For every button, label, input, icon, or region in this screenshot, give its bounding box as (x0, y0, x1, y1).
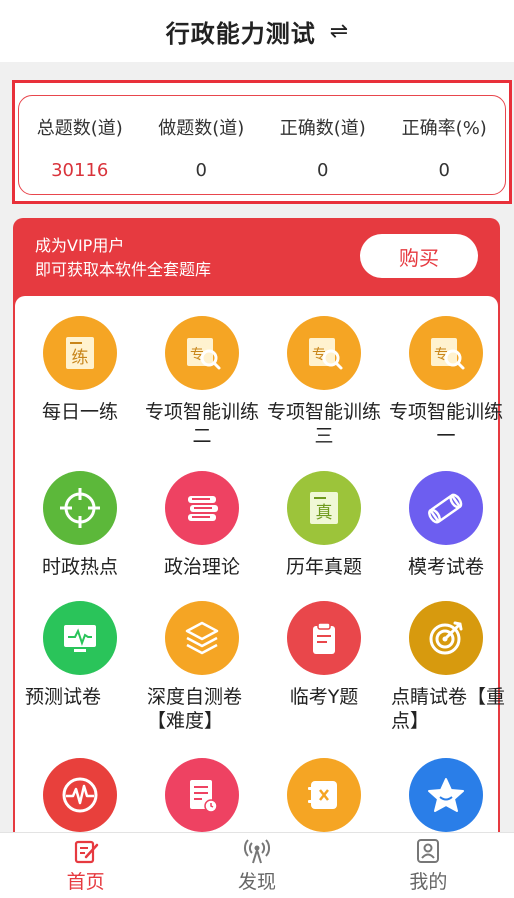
grid-item-political-theory[interactable]: 政治理论 (141, 471, 263, 579)
nav-label: 首页 (66, 871, 105, 893)
grid-item-special-3[interactable]: 专 专项智能训练三 (263, 316, 385, 448)
stat-value: 0 (317, 160, 329, 181)
grid-item-key-points-exam[interactable]: 点睛试卷【重点】 (385, 601, 507, 733)
stat-value: 0 (438, 160, 450, 181)
signal-icon (243, 837, 271, 865)
app-header: 行政能力测试 ⇌ (0, 0, 514, 62)
grid-item-label: 预测试卷 (25, 686, 102, 708)
grid-item-row4-4[interactable] (385, 758, 507, 842)
grid-item-label: 历年真题 (285, 556, 362, 578)
stat-correct: 正确数(道) 0 (262, 96, 384, 194)
grid-item-label: 时政热点 (41, 556, 118, 578)
grid-item-row4-3[interactable] (263, 758, 385, 842)
grid-item-label: 每日一练 (41, 401, 118, 423)
grid-item-pre-exam-questions[interactable]: 临考Y题 (263, 601, 385, 709)
nav-item-home[interactable]: 首页 (0, 833, 171, 898)
stat-label: 做题数(道) (158, 118, 245, 139)
grid-item-label: 专项智能训练三 (266, 401, 381, 447)
real-exam-icon: 真 (287, 471, 361, 545)
stat-label: 正确率(%) (401, 118, 487, 139)
grid-item-special-2[interactable]: 专 专项智能训练二 (141, 316, 263, 448)
grid-item-label: 临考Y题 (289, 686, 359, 708)
grid-item-mock-exam[interactable]: 模考试卷 (385, 471, 507, 579)
grid-item-label: 模考试卷 (407, 556, 484, 578)
nav-label: 发现 (237, 871, 276, 893)
grid-item-label: 专项智能训练一 (388, 401, 503, 447)
clipboard-icon (287, 601, 361, 675)
swap-icon[interactable]: ⇌ (330, 19, 348, 44)
nav-item-discover[interactable]: 发现 (171, 833, 342, 898)
special-training-icon: 专 (165, 316, 239, 390)
monitor-icon (43, 601, 117, 675)
stats-panel: 总题数(道) 30116 做题数(道) 0 正确数(道) 0 正确率(%) 0 (12, 80, 512, 204)
grid-item-special-1[interactable]: 专 专项智能训练一 (385, 316, 507, 448)
feature-grid: 练 每日一练 专 专项智能训练二 专 专项智能训练三 专 专项智能训练一 时政热… (15, 296, 505, 856)
grid-item-row4-2[interactable] (141, 758, 263, 842)
grid-item-past-exams[interactable]: 真 历年真题 (263, 471, 385, 579)
grid-item-depth-self-test[interactable]: 深度自测卷【难度】 (141, 601, 263, 733)
practice-icon: 练 (43, 316, 117, 390)
layers-icon (165, 601, 239, 675)
grid-item-label: 政治理论 (163, 556, 240, 578)
vip-card: 成为VIP用户 即可获取本软件全套题库 购买 练 每日一练 专 专项智能训练二 … (13, 218, 505, 856)
stat-done: 做题数(道) 0 (141, 96, 263, 194)
vip-line-2: 即可获取本软件全套题库 (35, 260, 212, 279)
stat-label: 总题数(道) (36, 118, 123, 139)
nav-label: 我的 (409, 871, 448, 893)
svg-text:真: 真 (316, 503, 333, 523)
stat-rate: 正确率(%) 0 (384, 96, 506, 194)
page-title: 行政能力测试 (165, 19, 316, 48)
buy-button[interactable]: 购买 (360, 234, 478, 278)
notebook-x-icon (287, 758, 361, 832)
stat-value: 0 (195, 160, 207, 181)
profile-icon (414, 837, 442, 865)
vip-line-1: 成为VIP用户 (35, 236, 125, 255)
star-icon (409, 758, 483, 832)
stat-total: 总题数(道) 30116 (19, 96, 141, 194)
document-clock-icon (165, 758, 239, 832)
vip-promo-text: 成为VIP用户 即可获取本软件全套题库 (35, 234, 211, 282)
heartbeat-icon (43, 758, 117, 832)
stats-card: 总题数(道) 30116 做题数(道) 0 正确数(道) 0 正确率(%) 0 (18, 95, 506, 195)
nav-item-mine[interactable]: 我的 (343, 833, 514, 898)
grid-item-label: 点睛试卷【重点】 (391, 686, 506, 732)
bullseye-icon (409, 601, 483, 675)
stat-label: 正确数(道) (279, 118, 366, 139)
grid-item-daily-practice[interactable]: 练 每日一练 (19, 316, 141, 424)
grid-item-prediction-exam[interactable]: 预测试卷 (19, 601, 141, 709)
bottom-nav: 首页 发现 我的 (0, 832, 514, 898)
edit-icon (72, 837, 100, 865)
books-icon (165, 471, 239, 545)
grid-item-label: 深度自测卷【难度】 (147, 686, 243, 732)
grid-item-label: 专项智能训练二 (144, 401, 259, 447)
svg-text:练: 练 (72, 348, 89, 368)
grid-item-current-affairs[interactable]: 时政热点 (19, 471, 141, 579)
stat-value: 30116 (51, 160, 109, 181)
special-training-icon: 专 (409, 316, 483, 390)
scroll-icon (409, 471, 483, 545)
grid-item-row4-1[interactable] (19, 758, 141, 842)
target-icon (43, 471, 117, 545)
special-training-icon: 专 (287, 316, 361, 390)
